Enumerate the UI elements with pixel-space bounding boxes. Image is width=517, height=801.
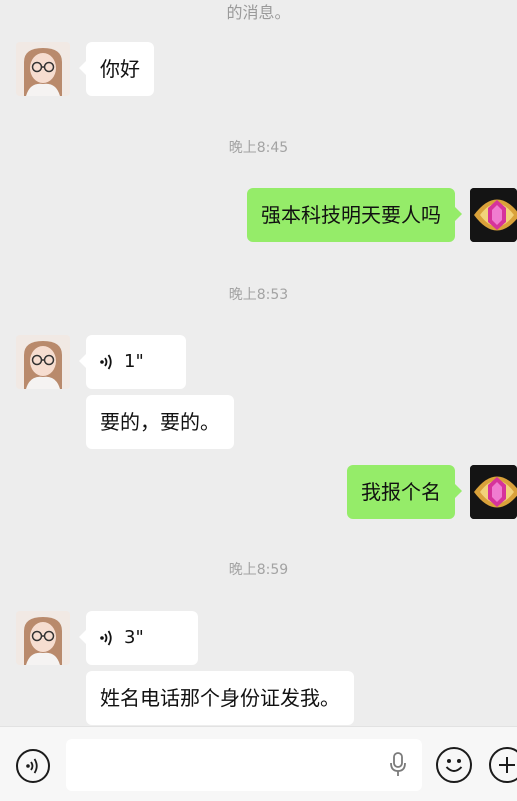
plus-icon[interactable] <box>489 747 517 783</box>
voice-message[interactable]: 3" <box>79 611 198 665</box>
emoji-icon[interactable] <box>436 747 472 783</box>
my-avatar-image <box>470 188 517 242</box>
voice-mode-icon[interactable] <box>16 749 50 783</box>
my-avatar-image <box>470 465 517 519</box>
incoming-message[interactable]: 要的，要的。 <box>86 395 234 449</box>
system-message: 的消息。 <box>226 3 291 22</box>
voice-duration: 1" <box>124 351 144 372</box>
contact-avatar-image <box>16 611 70 665</box>
contact-avatar-image <box>16 42 70 96</box>
contact-avatar-image <box>16 335 70 389</box>
message-input[interactable] <box>66 739 422 791</box>
voice-wave-icon <box>100 630 112 646</box>
outgoing-message[interactable]: 强本科技明天要人吗 <box>247 188 462 242</box>
timestamp: 晚上8:45 <box>228 140 289 156</box>
timestamp: 晚上8:59 <box>228 562 289 578</box>
my-avatar[interactable] <box>470 465 517 519</box>
incoming-message[interactable]: 姓名电话那个身份证发我。 <box>86 671 354 725</box>
contact-avatar[interactable] <box>16 611 70 665</box>
contact-avatar[interactable] <box>16 42 70 96</box>
my-avatar[interactable] <box>470 188 517 242</box>
microphone-icon[interactable] <box>388 751 408 779</box>
outgoing-message[interactable]: 我报个名 <box>347 465 462 519</box>
voice-duration: 3" <box>124 627 144 648</box>
chat-input-bar <box>0 726 517 801</box>
contact-avatar[interactable] <box>16 335 70 389</box>
voice-message[interactable]: 1" <box>79 335 186 389</box>
timestamp: 晚上8:53 <box>228 287 289 303</box>
incoming-message[interactable]: 你好 <box>79 42 154 96</box>
voice-wave-icon <box>100 354 112 370</box>
